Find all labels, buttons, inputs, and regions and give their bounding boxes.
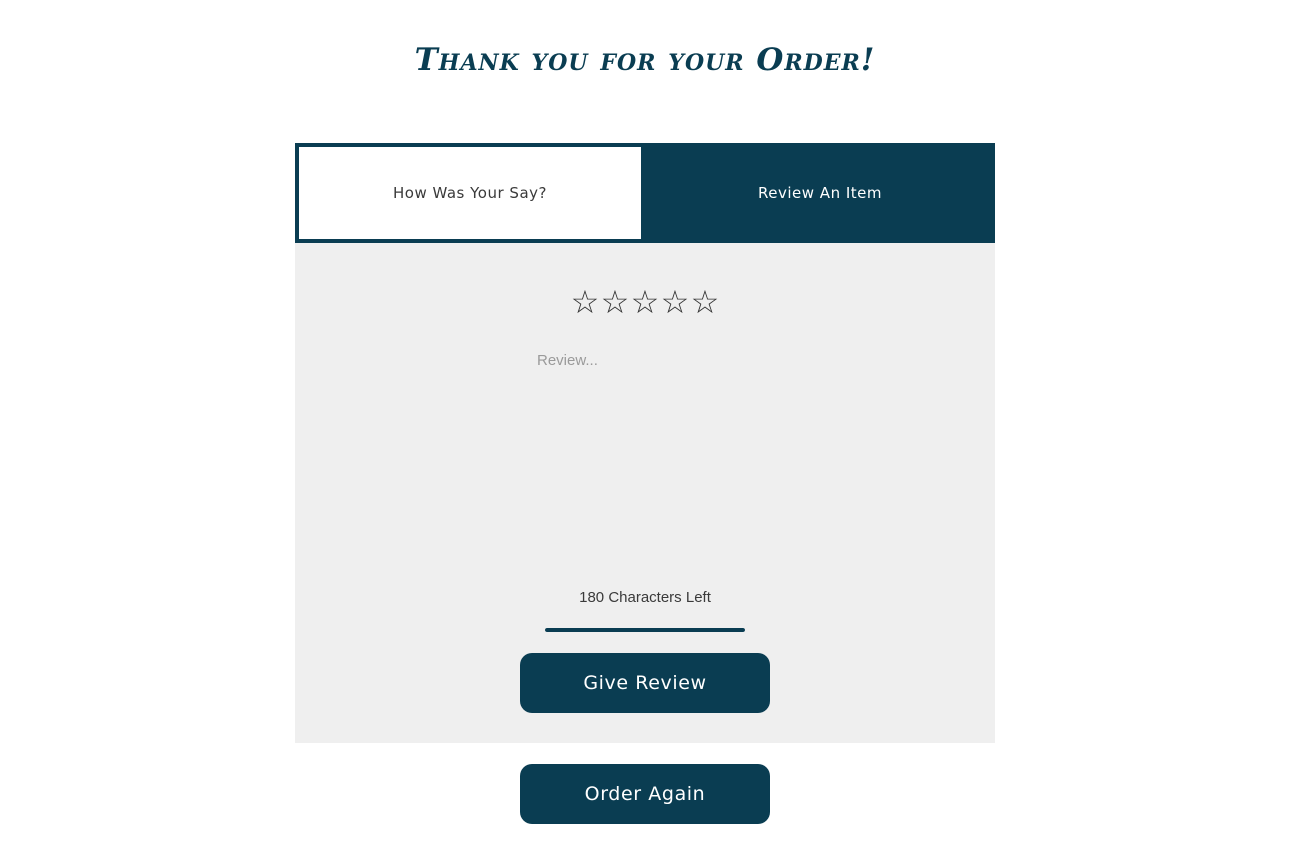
star-icon-2[interactable]: ☆ bbox=[600, 284, 630, 320]
review-card: How Was Your Say? Review An Item ☆☆☆☆☆ 1… bbox=[295, 143, 995, 743]
review-textarea[interactable] bbox=[533, 348, 765, 576]
characters-left-label: 180 Characters Left bbox=[579, 589, 711, 606]
page-title: Thank you for your Order! bbox=[414, 42, 876, 78]
tab-how-was-your-say[interactable]: How Was Your Say? bbox=[295, 143, 645, 243]
star-icon-3[interactable]: ☆ bbox=[630, 284, 660, 320]
page: Thank you for your Order! How Was Your S… bbox=[0, 0, 1293, 848]
characters-left-bar-fill bbox=[545, 628, 745, 632]
characters-left-bar bbox=[545, 628, 745, 632]
tab-bar: How Was Your Say? Review An Item bbox=[295, 143, 995, 243]
tab-review-an-item[interactable]: Review An Item bbox=[645, 143, 995, 243]
star-icon-4[interactable]: ☆ bbox=[660, 284, 690, 320]
star-icon-5[interactable]: ☆ bbox=[690, 284, 720, 320]
star-icon-1[interactable]: ☆ bbox=[570, 284, 600, 320]
give-review-button[interactable]: Give Review bbox=[520, 653, 770, 713]
order-again-button[interactable]: Order Again bbox=[520, 764, 770, 824]
star-rating: ☆☆☆☆☆ bbox=[295, 284, 995, 320]
